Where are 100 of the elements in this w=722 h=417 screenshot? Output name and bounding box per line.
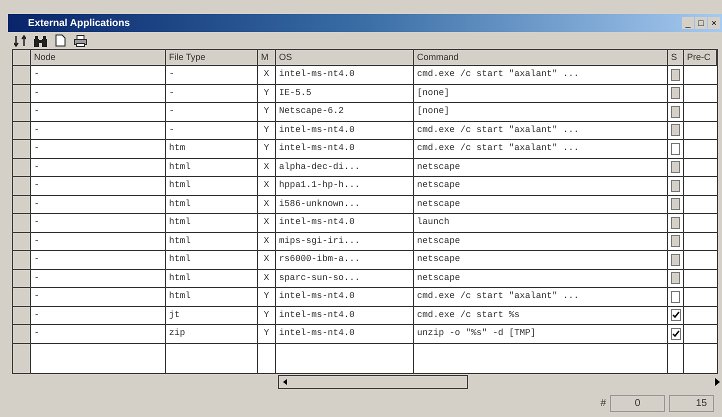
table-cell: - (31, 196, 166, 213)
table-cell: netscape (414, 270, 668, 287)
table-cell: hppa1.1-hp-h... (276, 177, 414, 194)
table-cell: alpha-dec-di... (276, 158, 414, 176)
table-cell: X (258, 270, 276, 287)
row-header[interactable] (13, 288, 31, 306)
table-cell: - (31, 177, 166, 194)
table-cell: X (258, 251, 276, 268)
table-cell: netscape (414, 196, 668, 213)
table-cell: launch (414, 214, 668, 232)
table-cell: - (166, 103, 258, 120)
checkbox[interactable] (671, 290, 680, 303)
table-cell: Y (258, 103, 276, 120)
table-cell: html (166, 214, 258, 232)
row-header[interactable] (13, 196, 31, 213)
table-cell: netscape (414, 232, 668, 250)
column-header[interactable]: M (258, 50, 276, 65)
row-header[interactable] (13, 158, 31, 176)
table-cell: Y (258, 84, 276, 102)
table-cell: intel-ms-nt4.0 (276, 306, 414, 324)
row-header[interactable] (13, 177, 31, 194)
row-header[interactable] (13, 66, 31, 84)
table-cell: cmd.exe /c start "axalant" ... (414, 140, 668, 158)
checkbox[interactable] (671, 142, 680, 155)
table-cell: IE-5.5 (276, 84, 414, 102)
close-button[interactable]: × (708, 17, 720, 29)
row-header[interactable] (13, 251, 31, 268)
table-cell: X (258, 177, 276, 194)
table-cell: netscape (414, 158, 668, 176)
table-cell: html (166, 232, 258, 250)
table-cell: - (31, 103, 166, 120)
table-cell: - (31, 66, 166, 84)
table-cell: - (31, 325, 166, 342)
column-header[interactable]: S (668, 50, 684, 65)
table-cell: - (31, 288, 166, 306)
table-cell: Y (258, 140, 276, 158)
row-header[interactable] (13, 122, 31, 139)
table-cell: cmd.exe /c start "axalant" ... (414, 288, 668, 306)
column-header[interactable]: File Type (166, 50, 258, 65)
table-cell: html (166, 251, 258, 268)
row-header[interactable] (13, 325, 31, 342)
table-cell: rs6000-ibm-a... (276, 251, 414, 268)
table-cell: intel-ms-nt4.0 (276, 288, 414, 306)
table-cell: [none] (414, 84, 668, 102)
table-cell: sparc-sun-so... (276, 270, 414, 287)
new-document-icon[interactable] (55, 34, 66, 47)
row-header[interactable] (13, 84, 31, 102)
binoculars-icon[interactable] (34, 34, 47, 46)
table-cell: cmd.exe /c start %s (414, 306, 668, 324)
table-cell: intel-ms-nt4.0 (276, 325, 414, 342)
maximize-button[interactable]: □ (695, 17, 707, 29)
table-cell: - (166, 122, 258, 139)
table-cell: - (31, 84, 166, 102)
table-cell: [none] (414, 103, 668, 120)
right-arrow-icon[interactable] (715, 378, 720, 386)
row-header[interactable] (13, 270, 31, 287)
row-header[interactable] (13, 103, 31, 120)
minimize-button[interactable]: _ (682, 17, 694, 29)
column-header[interactable]: OS (276, 50, 414, 65)
scrollbar-thumb[interactable] (278, 375, 468, 389)
table-cell: - (166, 66, 258, 84)
table-cell: cmd.exe /c start "axalant" ... (414, 66, 668, 84)
table-cell: intel-ms-nt4.0 (276, 140, 414, 158)
table-cell: cmd.exe /c start "axalant" ... (414, 122, 668, 139)
check-icon (672, 330, 680, 338)
row-header[interactable] (13, 306, 31, 324)
table-cell: html (166, 158, 258, 176)
table-cell: Y (258, 306, 276, 324)
table-cell: intel-ms-nt4.0 (276, 66, 414, 84)
table-cell: zip (166, 325, 258, 342)
column-header[interactable]: Command (414, 50, 668, 65)
row-header[interactable] (13, 214, 31, 232)
table-cell: - (31, 306, 166, 324)
swap-arrows-icon[interactable] (14, 34, 26, 46)
checkbox[interactable] (670, 328, 680, 340)
column-header[interactable]: Node (31, 50, 166, 65)
table-cell: Y (258, 122, 276, 139)
table-cell: X (258, 158, 276, 176)
table-cell: intel-ms-nt4.0 (276, 214, 414, 232)
table-cell: X (258, 214, 276, 232)
table-cell: Y (258, 325, 276, 342)
printer-icon[interactable] (74, 34, 87, 46)
column-header[interactable]: Pre-C (684, 50, 717, 65)
table-cell: netscape (414, 177, 668, 194)
table-cell: netscape (414, 251, 668, 268)
table-cell: - (166, 84, 258, 102)
table-cell: Netscape-6.2 (276, 103, 414, 120)
row-header[interactable] (13, 232, 31, 250)
table-cell: X (258, 232, 276, 250)
table-cell: - (31, 214, 166, 232)
checkbox[interactable] (670, 309, 680, 322)
table-cell: jt (166, 306, 258, 324)
table-cell: i586-unknown... (276, 196, 414, 213)
check-icon (672, 311, 680, 320)
table-cell: html (166, 270, 258, 287)
row-header[interactable] (13, 140, 31, 158)
table-cell: - (31, 140, 166, 158)
row-header[interactable] (13, 344, 31, 373)
status-label: # (600, 397, 606, 411)
table-cell: html (166, 196, 258, 213)
